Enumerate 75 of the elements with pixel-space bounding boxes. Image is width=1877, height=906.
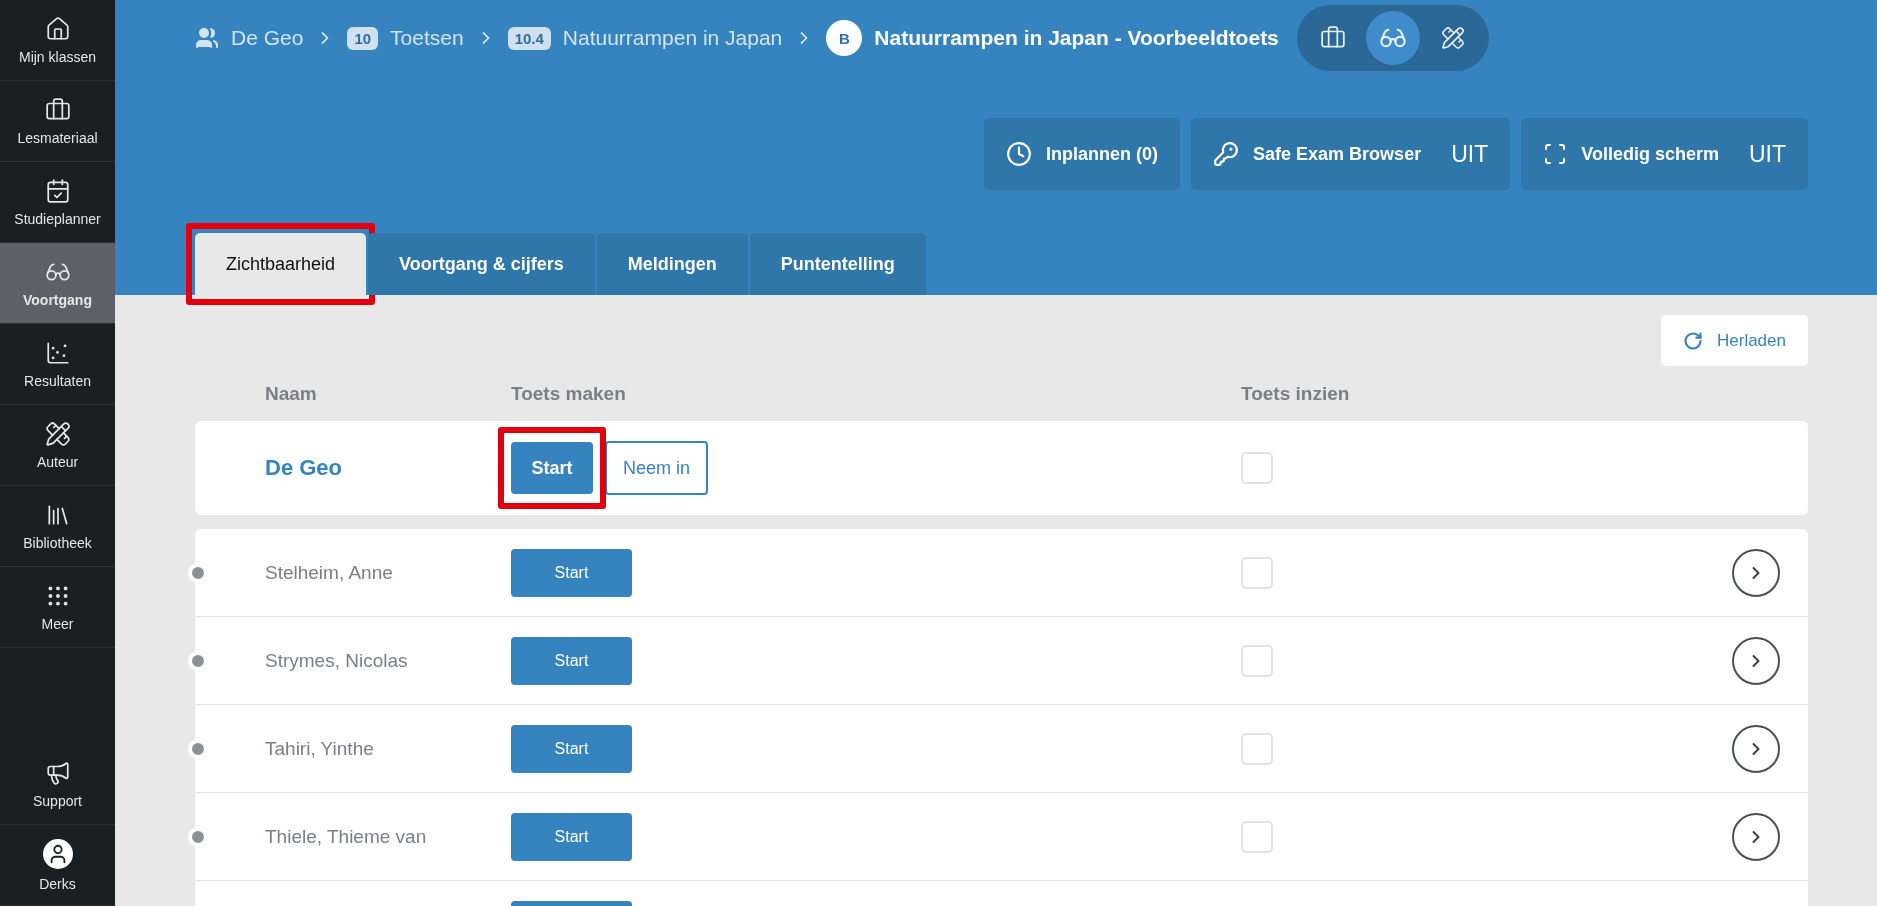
student-name: Thiele, Thieme van xyxy=(265,825,428,848)
action-value: UIT xyxy=(1451,140,1489,168)
tab[interactable]: Voortgang & cijfers xyxy=(368,233,595,295)
action-value: UIT xyxy=(1748,140,1786,168)
breadcrumb-link[interactable]: Natuurrampen in Japan - Voorbeeldtoets xyxy=(874,26,1279,50)
briefcase-icon xyxy=(1319,25,1346,51)
sidebar-label: Support xyxy=(32,792,82,809)
home-icon xyxy=(44,15,71,42)
sidebar-item[interactable]: Meer xyxy=(0,567,115,648)
breadcrumb-link[interactable]: Toetsen xyxy=(390,26,464,50)
sidebar-label: Mijn klassen xyxy=(19,48,96,65)
sidebar-item[interactable]: Auteur xyxy=(0,405,115,486)
crumb-badge: 10 xyxy=(347,26,379,50)
reload-icon xyxy=(1683,330,1703,351)
column-header: Naam xyxy=(265,382,318,405)
checkbox[interactable] xyxy=(1241,820,1273,853)
breadcrumb-link[interactable]: Natuurrampen in Japan xyxy=(562,26,783,50)
sidebar-item[interactable]: Bibliotheek xyxy=(0,486,115,567)
calendar-icon xyxy=(44,177,71,204)
people-icon xyxy=(195,26,219,50)
scatter-chart-icon xyxy=(44,339,71,366)
sidebar-label: Meer xyxy=(41,615,74,632)
take-in-button[interactable]: Neem in xyxy=(605,441,709,495)
sidebar-label: Auteur xyxy=(36,453,79,470)
checkbox[interactable] xyxy=(1241,556,1273,589)
sidebar-item[interactable]: Voortgang xyxy=(0,243,115,324)
start-button[interactable]: Start xyxy=(511,636,632,685)
sidebar-label: Studieplanner xyxy=(14,210,101,227)
checkbox[interactable] xyxy=(1241,732,1273,765)
sidebar-item[interactable]: Derks xyxy=(0,825,115,906)
tab[interactable]: Zichtbaarheid xyxy=(195,233,367,295)
column-header: Toets inzien xyxy=(1241,382,1351,405)
start-button[interactable]: Start xyxy=(511,442,593,494)
student-name: Tahiri, Yinthe xyxy=(265,737,375,760)
sidebar-label: Voortgang xyxy=(23,291,92,308)
view-button[interactable] xyxy=(1365,11,1420,65)
action-label: Safe Exam Browser xyxy=(1253,143,1422,165)
checkbox[interactable] xyxy=(1241,452,1273,484)
start-button[interactable]: Start xyxy=(511,812,632,861)
reload-button[interactable]: Herladen xyxy=(1661,315,1808,366)
action-label: Volledig scherm xyxy=(1581,143,1719,165)
avatar-icon xyxy=(42,838,73,869)
breadcrumb-link[interactable]: De Geo xyxy=(231,26,304,50)
sidebar-item[interactable]: Resultaten xyxy=(0,324,115,405)
sidebar-label: Derks xyxy=(39,875,76,892)
open-button[interactable] xyxy=(1732,724,1780,773)
sidebar-label: Resultaten xyxy=(24,372,91,389)
crumb-badge: B xyxy=(826,20,863,56)
open-button[interactable] xyxy=(1732,812,1780,861)
student-name: Strymes, Nicolas xyxy=(265,649,409,672)
key-icon xyxy=(1213,141,1240,167)
briefcase-icon xyxy=(44,96,71,123)
megaphone-icon xyxy=(44,759,71,786)
start-button[interactable]: Start xyxy=(511,724,632,773)
action-button[interactable]: Volledig scherm UIT xyxy=(1521,118,1808,190)
action-label: Inplannen (0) xyxy=(1046,143,1159,165)
pencil-ruler-icon xyxy=(44,420,71,447)
checkbox[interactable] xyxy=(1241,644,1273,677)
crumb-badge: 10.4 xyxy=(507,26,551,50)
open-button[interactable] xyxy=(1732,636,1780,685)
class-name[interactable]: De Geo xyxy=(265,455,511,481)
sidebar-item[interactable]: Support xyxy=(0,744,115,825)
tab[interactable]: Puntentelling xyxy=(749,233,926,295)
pencil-ruler-icon xyxy=(1440,26,1465,50)
fullscreen-icon xyxy=(1543,142,1568,166)
sidebar-label: Lesmateriaal xyxy=(17,129,98,146)
tab[interactable]: Meldingen xyxy=(596,233,748,295)
column-header: Toets maken xyxy=(511,382,627,405)
student-name: Stelheim, Anne xyxy=(265,561,394,584)
open-button[interactable] xyxy=(1732,548,1780,597)
start-button[interactable]: Start xyxy=(511,548,632,597)
clock-icon xyxy=(1006,141,1033,167)
sidebar-label: Bibliotheek xyxy=(23,534,92,551)
action-button[interactable]: Inplannen (0) xyxy=(984,118,1181,190)
action-button[interactable]: Safe Exam Browser UIT xyxy=(1191,118,1511,190)
